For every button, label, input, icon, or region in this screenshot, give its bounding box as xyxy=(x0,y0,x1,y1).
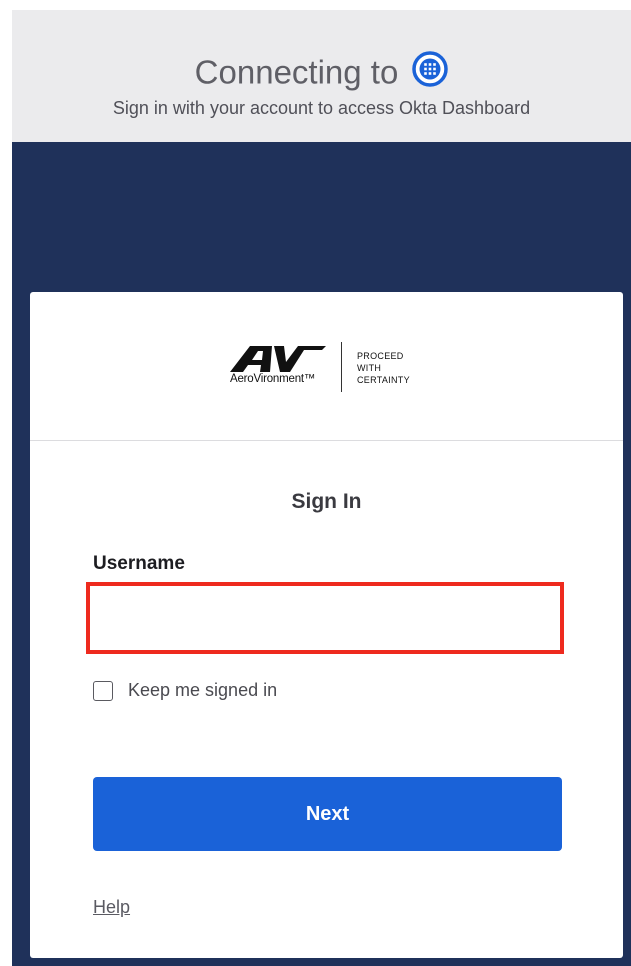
connecting-subtitle: Sign in with your account to access Okta… xyxy=(112,98,531,118)
connecting-heading: Connecting to xyxy=(12,50,631,92)
tagline-line-2: WITH xyxy=(357,363,382,373)
sign-in-title: Sign In xyxy=(291,490,362,513)
connecting-banner: Connecting to Sign in with your account … xyxy=(12,10,631,142)
logo-divider xyxy=(341,342,342,392)
logo-company-name: AeroVironment™ xyxy=(230,373,316,385)
next-button[interactable]: Next xyxy=(93,777,562,851)
aerovironment-logo: AeroVironment™ PROCEED WITH CERTAINTY xyxy=(228,338,428,394)
username-input[interactable] xyxy=(86,582,564,654)
page: Connecting to Sign in with your account … xyxy=(0,0,631,966)
card-divider xyxy=(30,440,623,441)
logo-area: AeroVironment™ PROCEED WITH CERTAINTY xyxy=(30,292,623,440)
tagline-line-1: PROCEED xyxy=(357,351,404,361)
username-label: Username xyxy=(93,553,185,574)
keep-signed-in-label[interactable]: Keep me signed in xyxy=(128,680,277,701)
av-logo-mark xyxy=(230,346,326,372)
logo-tagline: PROCEED WITH CERTAINTY xyxy=(357,350,410,386)
okta-dashboard-icon xyxy=(412,51,449,88)
tagline-line-3: CERTAINTY xyxy=(357,375,410,385)
connecting-text: Connecting to xyxy=(194,53,399,91)
help-link[interactable]: Help xyxy=(93,897,130,918)
sign-in-card: AeroVironment™ PROCEED WITH CERTAINTY Si… xyxy=(30,292,623,958)
keep-signed-in-checkbox[interactable] xyxy=(93,681,113,701)
